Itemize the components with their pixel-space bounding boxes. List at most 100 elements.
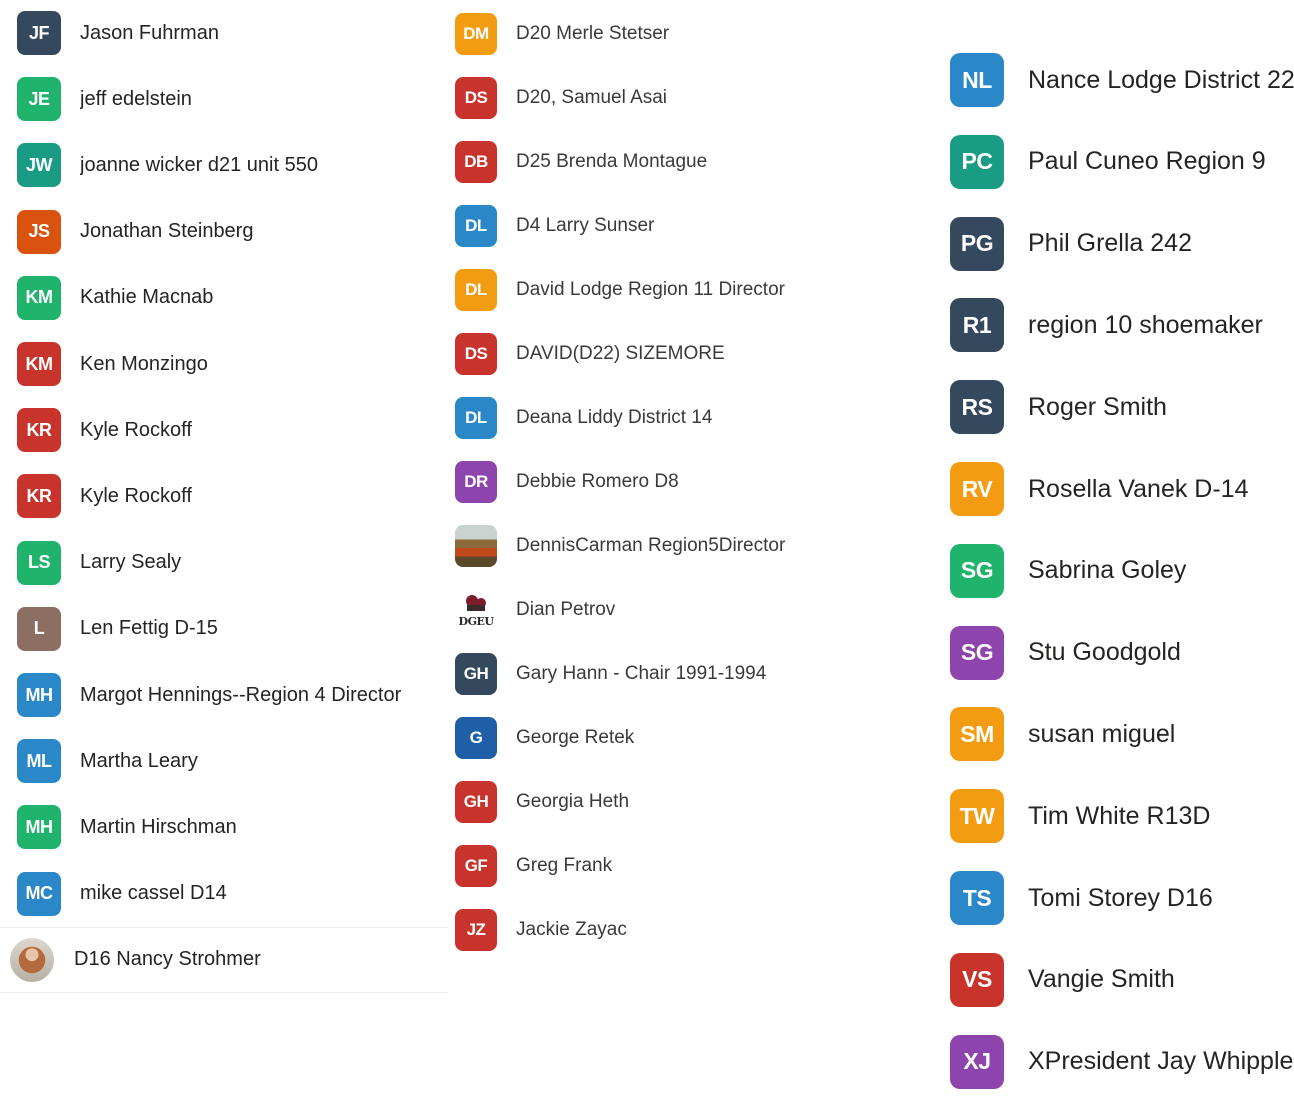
avatar: GF <box>455 845 497 887</box>
contact-item-debbie-romero-d8[interactable]: DR Debbie Romero D8 <box>448 450 918 514</box>
avatar <box>455 525 497 567</box>
svg-text:DGEU: DGEU <box>459 615 495 628</box>
avatar-initials: MH <box>25 684 54 705</box>
contact-item-david-d22-sizemore[interactable]: DS DAVID(D22) SIZEMORE <box>448 322 918 386</box>
avatar: JS <box>17 209 61 254</box>
contact-name: Sabrina Goley <box>1028 556 1187 585</box>
contact-item-roger-smith[interactable]: RS Roger Smith <box>918 366 1294 448</box>
avatar: GH <box>455 653 497 695</box>
avatar: DM <box>455 13 497 55</box>
contact-item-susan-miguel[interactable]: SM susan miguel <box>918 693 1294 775</box>
avatar-initials: DL <box>465 216 487 235</box>
contact-item-gary-hann-chair-1991-1994[interactable]: GH Gary Hann - Chair 1991-1994 <box>448 642 918 706</box>
contact-item-xpresident-jay-whipple[interactable]: XJ XPresident Jay Whipple <box>918 1021 1294 1103</box>
avatar-initials: ML <box>26 750 53 771</box>
contact-item-martin-hirschman[interactable]: MH Martin Hirschman <box>0 794 448 860</box>
contact-name: Kathie Macnab <box>80 286 214 309</box>
avatar: RS <box>950 380 1004 435</box>
contact-item-kathie-macnab[interactable]: KM Kathie Macnab <box>0 265 448 331</box>
avatar-initials: KR <box>26 485 53 506</box>
contact-item-ken-monzingo[interactable]: KM Ken Monzingo <box>0 331 448 397</box>
contact-name: Margot Hennings--Region 4 Director <box>80 683 402 706</box>
contact-name: Deana Liddy District 14 <box>516 407 713 428</box>
avatar: DB <box>455 141 497 183</box>
avatar: DL <box>455 205 497 247</box>
contact-name: Phil Grella 242 <box>1028 229 1192 258</box>
contact-item-region-10-shoemaker[interactable]: R1 region 10 shoemaker <box>918 284 1294 366</box>
contact-name: Martin Hirschman <box>80 815 237 838</box>
contact-item-d20-samuel-asai[interactable]: DS D20, Samuel Asai <box>448 66 918 130</box>
contact-name: Len Fettig D-15 <box>80 617 218 640</box>
contact-name: Kyle Rockoff <box>80 484 192 507</box>
contact-name: joanne wicker d21 unit 550 <box>80 153 318 176</box>
contact-item-mike-cassel-d14[interactable]: MC mike cassel D14 <box>0 861 448 927</box>
contact-item-jeff-edelstein[interactable]: JE jeff edelstein <box>0 66 448 132</box>
avatar: JZ <box>455 909 497 951</box>
contact-name: Stu Goodgold <box>1028 638 1181 667</box>
contact-name: D16 Nancy Strohmer <box>74 948 261 971</box>
avatar-initials: VS <box>962 966 992 993</box>
avatar: TW <box>950 789 1004 844</box>
avatar-initials: LS <box>27 552 51 573</box>
avatar: L <box>17 606 61 651</box>
contact-item-denniscarman-region5director[interactable]: DennisCarman Region5Director <box>448 514 918 578</box>
avatar-initials: XJ <box>963 1048 991 1075</box>
contact-name: D4 Larry Sunser <box>516 215 655 236</box>
contact-item-dian-petrov[interactable]: DGEU Dian Petrov <box>448 578 918 642</box>
contact-name: Martha Leary <box>80 749 198 772</box>
contact-item-deana-liddy-district-14[interactable]: DL Deana Liddy District 14 <box>448 386 918 450</box>
contact-item-d16-nancy-strohmer[interactable]: D16 Nancy Strohmer <box>0 926 448 993</box>
contact-item-d20-merle-stetser[interactable]: DM D20 Merle Stetser <box>448 2 918 66</box>
avatar-initials: DB <box>464 152 488 171</box>
contact-name: D20, Samuel Asai <box>516 87 668 108</box>
contact-item-kyle-rockoff[interactable]: KR Kyle Rockoff <box>0 397 448 463</box>
contact-item-larry-sealy[interactable]: LS Larry Sealy <box>0 530 448 596</box>
contact-item-d4-larry-sunser[interactable]: DL D4 Larry Sunser <box>448 194 918 258</box>
avatar: NL <box>950 53 1004 107</box>
avatar: XJ <box>950 1034 1004 1089</box>
avatar-initials: MC <box>25 883 54 904</box>
avatar: VS <box>950 952 1004 1007</box>
contact-item-jonathan-steinberg[interactable]: JS Jonathan Steinberg <box>0 199 448 265</box>
contact-name: George Retek <box>516 727 635 748</box>
avatar-initials: PC <box>961 148 993 175</box>
contact-item-greg-frank[interactable]: GF Greg Frank <box>448 834 918 898</box>
contact-item-stu-goodgold[interactable]: SG Stu Goodgold <box>918 612 1294 694</box>
contact-item-tomi-storey-d16[interactable]: TS Tomi Storey D16 <box>918 857 1294 939</box>
contact-item-kyle-rockoff[interactable]: KR Kyle Rockoff <box>0 463 448 529</box>
contact-item-len-fettig-d-15[interactable]: L Len Fettig D-15 <box>0 596 448 662</box>
contact-item-rosella-vanek-d-14[interactable]: RV Rosella Vanek D-14 <box>918 448 1294 530</box>
avatar-initials: SG <box>960 557 994 584</box>
contact-name: Dian Petrov <box>516 599 616 620</box>
avatar-initials: TW <box>959 802 995 829</box>
avatar: R1 <box>950 298 1004 353</box>
contact-item-david-lodge-region-11-director[interactable]: DL David Lodge Region 11 Director <box>448 258 918 322</box>
contact-item-nance-lodge-district-22[interactable]: NL Nance Lodge District 22 <box>918 39 1294 121</box>
contact-item-george-retek[interactable]: G George Retek <box>448 706 918 770</box>
contact-item-d25-brenda-montague[interactable]: DB D25 Brenda Montague <box>448 130 918 194</box>
contact-item-joanne-wicker-d21-unit-550[interactable]: JW joanne wicker d21 unit 550 <box>0 132 448 198</box>
contact-item-paul-cuneo-region-9[interactable]: PC Paul Cuneo Region 9 <box>918 121 1294 203</box>
profile-photo <box>10 937 54 982</box>
avatar: DL <box>455 269 497 311</box>
avatar-initials: RV <box>961 475 993 502</box>
contact-item-vangie-smith[interactable]: VS Vangie Smith <box>918 939 1294 1021</box>
contact-item-jason-fuhrman[interactable]: JF Jason Fuhrman <box>0 0 448 66</box>
contact-name: Tim White R13D <box>1028 801 1211 830</box>
avatar-initials: KR <box>26 419 53 440</box>
avatar: DS <box>455 77 497 119</box>
contact-item-georgia-heth[interactable]: GH Georgia Heth <box>448 770 918 834</box>
contact-item-jackie-zayac[interactable]: JZ Jackie Zayac <box>448 898 918 962</box>
contact-name: Tomi Storey D16 <box>1028 883 1213 912</box>
contact-name: D25 Brenda Montague <box>516 151 708 172</box>
contact-item-sabrina-goley[interactable]: SG Sabrina Goley <box>918 530 1294 612</box>
avatar-initials: SM <box>960 720 994 747</box>
contact-name: Gary Hann - Chair 1991-1994 <box>516 663 767 684</box>
contact-item-margot-hennings-region-4-director[interactable]: MH Margot Hennings--Region 4 Director <box>0 662 448 728</box>
contact-item-tim-white-r13d[interactable]: TW Tim White R13D <box>918 775 1294 857</box>
avatar-initials: DS <box>464 344 488 363</box>
contact-item-martha-leary[interactable]: ML Martha Leary <box>0 728 448 794</box>
contact-item-phil-grella-242[interactable]: PG Phil Grella 242 <box>918 203 1294 285</box>
avatar: KR <box>17 474 61 519</box>
avatar: MC <box>17 871 61 916</box>
